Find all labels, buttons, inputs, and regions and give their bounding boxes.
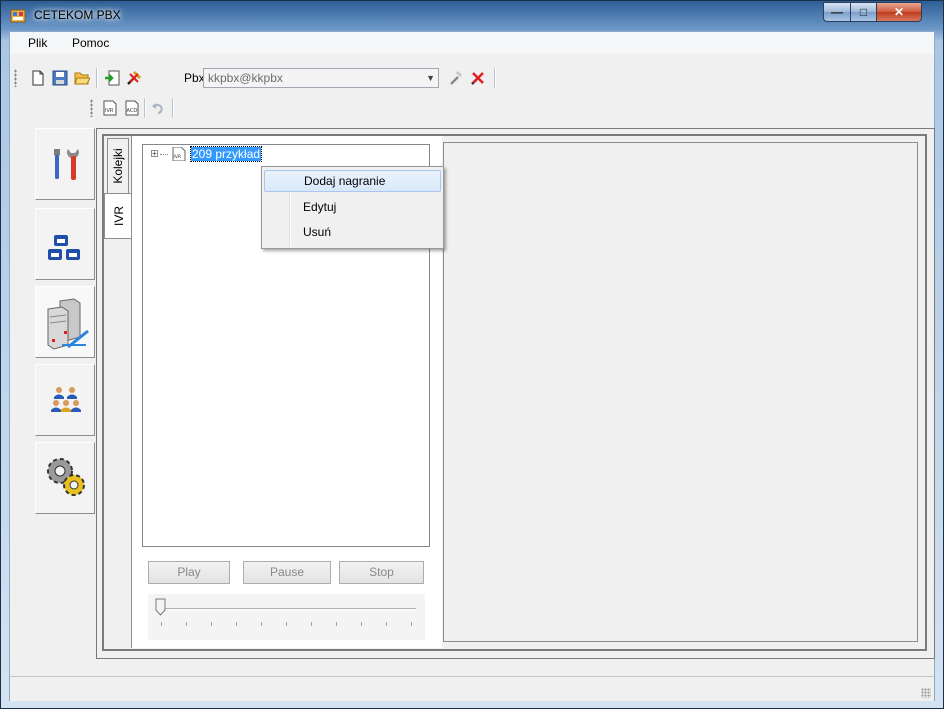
- app-icon: [10, 9, 26, 23]
- vertical-tabs: Kolejki IVR: [104, 136, 132, 656]
- chevron-down-icon[interactable]: ▼: [426, 69, 435, 87]
- expand-icon[interactable]: +: [151, 150, 158, 158]
- phones-icon: [48, 235, 80, 260]
- ivr-node-icon: IVR: [172, 147, 186, 161]
- main-toolbar: Pbx: kkpbx@kkpbx ▼: [10, 64, 510, 92]
- slider-tick: [186, 622, 187, 626]
- maximize-button[interactable]: □: [850, 2, 877, 22]
- play-button[interactable]: Play: [148, 561, 230, 584]
- slider-tick: [311, 622, 312, 626]
- title-bar[interactable]: CETEKOM PBX — □ ✕: [1, 1, 943, 31]
- tab-kolejki-label: Kolejki: [111, 148, 125, 184]
- svg-text:ACD: ACD: [127, 108, 138, 114]
- resize-grip-icon[interactable]: [921, 688, 931, 698]
- main-frame: Kolejki IVR + IVR 209 przykład Play Paus…: [96, 128, 935, 659]
- svg-text:IVR: IVR: [174, 154, 182, 160]
- connect-icon[interactable]: [448, 70, 464, 86]
- status-bar: [10, 676, 934, 701]
- toolbar-separator: [494, 68, 496, 88]
- menu-plik[interactable]: Plik: [28, 36, 47, 50]
- slider-tick: [236, 622, 237, 626]
- stop-button[interactable]: Stop: [339, 561, 424, 584]
- tree-node-label[interactable]: 209 przykład: [189, 146, 263, 162]
- client-area: Plik Pomoc Pbx: kkpbx@kkpbx ▼ IVR ACD Ko…: [9, 31, 935, 701]
- toolbar-separator: [96, 68, 98, 88]
- toolbar-separator: [172, 98, 174, 118]
- sidebar-item-settings[interactable]: [35, 442, 95, 514]
- menu-bar: Plik Pomoc: [10, 32, 934, 54]
- slider-track: [158, 608, 416, 610]
- context-item-dodaj-nagranie[interactable]: Dodaj nagranie: [264, 170, 441, 192]
- window-title: CETEKOM PBX: [34, 8, 121, 22]
- slider-tick: [386, 622, 387, 626]
- slider-tick: [211, 622, 212, 626]
- slider-tick: [161, 622, 162, 626]
- minimize-button[interactable]: —: [823, 2, 851, 22]
- open-folder-icon[interactable]: [74, 70, 90, 86]
- servers-icon: [47, 298, 89, 350]
- slider-thumb[interactable]: [155, 598, 166, 616]
- toolbar-grip[interactable]: [90, 99, 93, 117]
- context-item-edytuj[interactable]: Edytuj: [264, 196, 441, 218]
- users-icon: [51, 387, 81, 412]
- sidebar-item-users[interactable]: [35, 364, 95, 436]
- playback-slider[interactable]: [148, 594, 425, 640]
- new-file-icon[interactable]: [30, 70, 46, 86]
- pbx-select[interactable]: kkpbx@kkpbx ▼: [203, 68, 439, 88]
- tab-ivr-label: IVR: [111, 205, 126, 227]
- slider-tick: [411, 622, 412, 626]
- pause-button[interactable]: Pause: [243, 561, 331, 584]
- slider-tick: [336, 622, 337, 626]
- toolbar-grip[interactable]: [14, 69, 17, 87]
- svg-text:IVR: IVR: [105, 108, 114, 114]
- close-button[interactable]: ✕: [876, 2, 922, 22]
- tab-kolejki[interactable]: Kolejki: [107, 138, 129, 194]
- settings-gears-icon: [47, 458, 85, 496]
- sidebar-item-phones[interactable]: [35, 208, 95, 280]
- acd-icon[interactable]: ACD: [124, 100, 140, 116]
- slider-tick: [361, 622, 362, 626]
- tools-icon: [54, 149, 79, 180]
- pbx-select-value: kkpbx@kkpbx: [208, 71, 283, 85]
- toolbar-separator: [144, 98, 146, 118]
- ivr-icon[interactable]: IVR: [102, 100, 118, 116]
- context-item-usun[interactable]: Usuń: [264, 221, 441, 243]
- tree-connector: [160, 154, 168, 155]
- menu-pomoc[interactable]: Pomoc: [72, 36, 109, 50]
- disconnect-cross-icon[interactable]: [470, 70, 486, 86]
- undo-icon[interactable]: [150, 100, 166, 116]
- save-icon[interactable]: [52, 70, 68, 86]
- import-icon[interactable]: [104, 70, 120, 86]
- slider-tick: [286, 622, 287, 626]
- secondary-toolbar: IVR ACD: [86, 94, 206, 122]
- disconnect-icon[interactable]: [126, 70, 142, 86]
- tab-ivr[interactable]: IVR: [104, 193, 132, 239]
- content-frame: Kolejki IVR + IVR 209 przykład Play Paus…: [102, 134, 927, 651]
- application-window: CETEKOM PBX — □ ✕ Plik Pomoc Pbx: kkpbx@…: [0, 0, 944, 709]
- details-panel: [443, 142, 918, 642]
- sidebar-item-servers[interactable]: [35, 286, 95, 358]
- sidebar-item-tools[interactable]: [35, 128, 95, 200]
- slider-tick: [261, 622, 262, 626]
- context-menu: Dodaj nagranie Edytuj Usuń: [261, 166, 444, 249]
